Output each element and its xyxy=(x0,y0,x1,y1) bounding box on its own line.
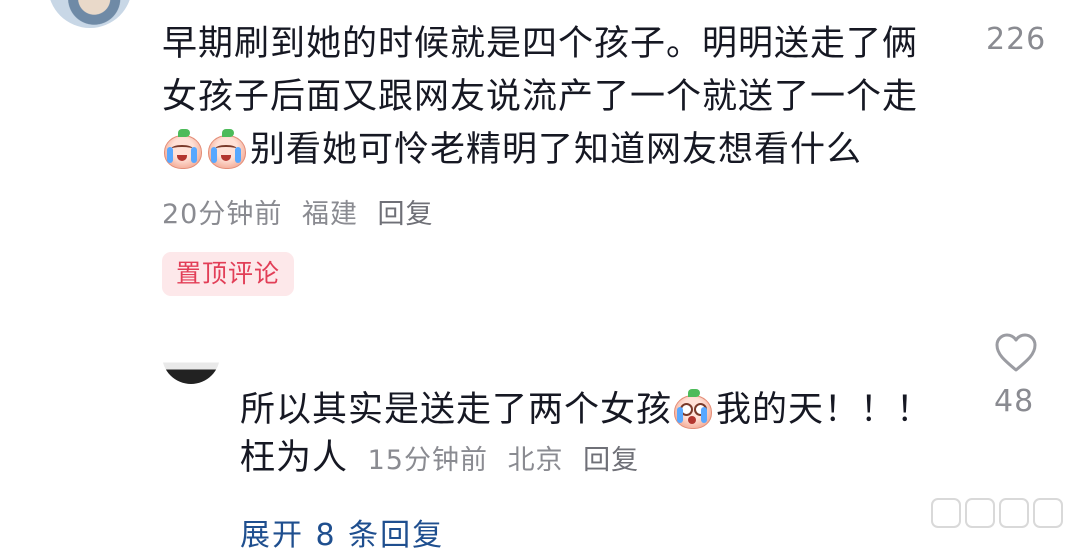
heart-icon[interactable] xyxy=(994,332,1038,374)
watermark-logo-icon xyxy=(931,498,1063,528)
reply-reply-button[interactable]: 回复 xyxy=(583,445,639,476)
comment-reply-button[interactable]: 回复 xyxy=(378,199,434,230)
comment-line-2: 女孩子后面又跟网友说流产了一个就送了一个走 xyxy=(162,77,919,117)
comment-line-3: 别看她可怜老精明了知道网友想看什么 xyxy=(162,124,942,177)
comment-line-1: 早期刷到她的时候就是四个孩子。明明送走了俩 xyxy=(162,24,919,64)
pinned-comment-badge: 置顶评论 xyxy=(162,252,294,296)
crying-peach-icon xyxy=(206,129,246,169)
reply-meta: 15分钟前 北京 回复 xyxy=(358,445,649,476)
comment-line-3-text: 别看她可怜老精明了知道网友想看什么 xyxy=(250,130,863,170)
reply-time: 15分钟前 xyxy=(367,445,488,476)
reply-text-part3: 枉为人 xyxy=(240,438,349,478)
surprised-peach-icon xyxy=(672,389,713,429)
reply-like-count: 48 xyxy=(994,384,1035,419)
expand-replies-link[interactable]: 展开 8 条回复 xyxy=(240,510,444,554)
reply-text-part1: 所以其实是送走了两个女孩 xyxy=(240,390,673,430)
comment-location: 福建 xyxy=(301,199,358,230)
comment-like-count: 226 xyxy=(986,22,1047,57)
reply-body: 所以其实是送走了两个女孩 我的天！！！ 枉为人 15分钟前 北京 回复 xyxy=(240,386,960,485)
reply-text-part2: 我的天！！！ xyxy=(716,390,933,430)
comment-time: 20分钟前 xyxy=(162,199,283,230)
reply-location: 北京 xyxy=(507,445,564,476)
reply-avatar[interactable] xyxy=(162,348,220,384)
comment-body: 早期刷到她的时候就是四个孩子。明明送走了俩 女孩子后面又跟网友说流产了一个就送了… xyxy=(162,18,942,177)
crying-peach-icon xyxy=(162,129,202,169)
commenter-avatar[interactable] xyxy=(48,0,132,28)
comment-meta: 20分钟前 福建 回复 xyxy=(162,192,444,231)
